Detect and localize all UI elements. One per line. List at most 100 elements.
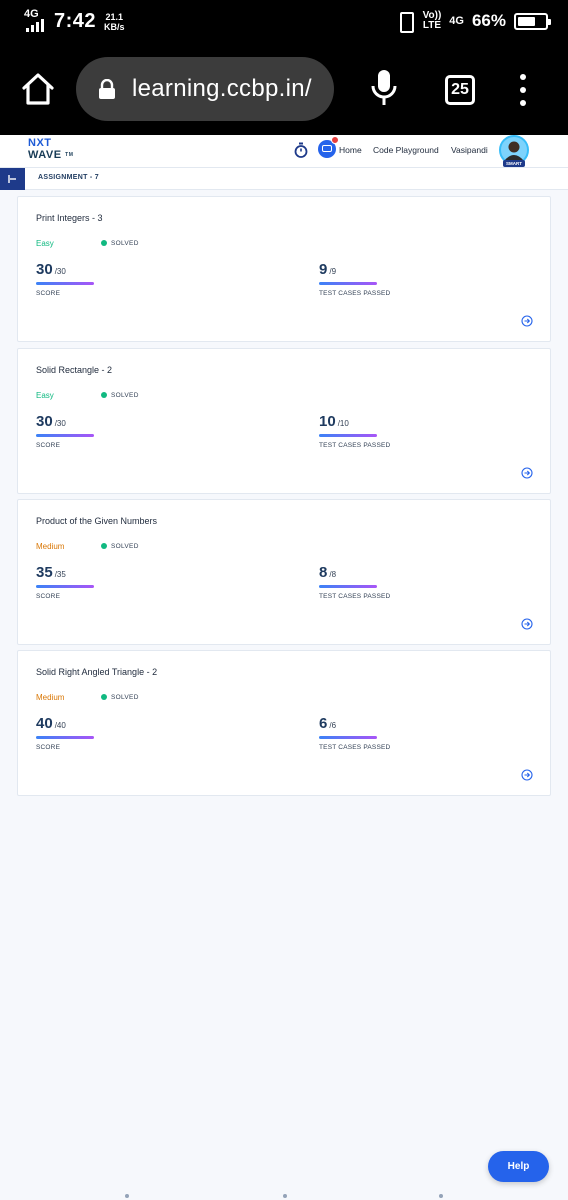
signal-icon: 4G	[24, 8, 46, 33]
mic-icon[interactable]	[370, 68, 398, 108]
network-speed-value: 21.1	[105, 11, 124, 22]
status-bar: 4G 7:42 21.1 KB/s Vo)) LTE 4G 66%	[0, 0, 568, 44]
question-card[interactable]: Product of the Given Numbers Medium SOLV…	[17, 499, 551, 645]
tests-value: 8	[319, 564, 328, 581]
score-stat: 35/35 SCORE	[36, 564, 94, 600]
volte-indicator: Vo)) LTE	[423, 11, 442, 31]
battery-icon	[514, 12, 551, 30]
vibrate-icon	[395, 10, 415, 33]
volte-bottom: LTE	[422, 20, 441, 31]
network-speed-unit: KB/s	[104, 21, 125, 32]
tests-stat: 8/8 TEST CASES PASSED	[319, 564, 390, 600]
score-value: 40	[36, 715, 53, 732]
question-card[interactable]: Solid Right Angled Triangle - 2 Medium S…	[17, 650, 551, 796]
score-value: 30	[36, 261, 53, 278]
difficulty-label: Easy	[36, 391, 54, 400]
home-icon[interactable]	[20, 71, 56, 107]
avatar[interactable]: SMART	[497, 135, 531, 167]
score-progress-bar	[36, 282, 94, 285]
status-left: 4G 7:42 21.1 KB/s	[24, 8, 125, 33]
tests-stat: 6/6 TEST CASES PASSED	[319, 715, 390, 751]
score-label: SCORE	[36, 744, 61, 751]
score-label: SCORE	[36, 290, 61, 297]
question-card[interactable]: Solid Rectangle - 2 Easy SOLVED 30/30 SC…	[17, 348, 551, 494]
url-bar[interactable]: learning.ccbp.in/	[76, 57, 334, 121]
url-text[interactable]: learning.ccbp.in/	[132, 75, 312, 103]
question-title[interactable]: Solid Rectangle - 2	[36, 365, 112, 375]
nav-user-name[interactable]: Vasipandi	[451, 145, 488, 155]
nav-bar-dot	[439, 1194, 443, 1198]
tests-progress-bar	[319, 585, 377, 588]
tests-max: /9	[329, 267, 337, 276]
score-max: /40	[54, 721, 66, 730]
score-max: /30	[54, 419, 66, 428]
question-title[interactable]: Solid Right Angled Triangle - 2	[36, 667, 157, 677]
tests-value: 10	[319, 413, 336, 430]
arrow-circle-right-icon[interactable]	[521, 617, 533, 630]
status-right: Vo)) LTE 4G 66%	[395, 10, 551, 33]
score-max: /35	[54, 570, 66, 579]
score-label: SCORE	[36, 442, 61, 449]
question-card[interactable]: Print Integers - 3 Easy SOLVED 30/30 SCO…	[17, 196, 551, 342]
lock-icon[interactable]	[98, 78, 116, 99]
status-badge: SOLVED	[101, 543, 139, 550]
logo-line-2-text: WAVE	[28, 149, 62, 161]
score-progress-bar	[36, 736, 94, 739]
status-badge: SOLVED	[101, 392, 139, 399]
network-speed: 21.1 KB/s	[104, 12, 125, 32]
notification-badge	[331, 136, 339, 144]
question-title[interactable]: Print Integers - 3	[36, 213, 103, 223]
nxtwave-logo[interactable]: NXT WAVE TM	[28, 137, 88, 165]
arrow-circle-right-icon[interactable]	[521, 314, 533, 327]
tests-value: 6	[319, 715, 328, 732]
status-time: 7:42	[54, 10, 97, 32]
tests-stat: 10/10 TEST CASES PASSED	[319, 413, 390, 449]
tests-label: TEST CASES PASSED	[319, 744, 391, 751]
tests-label: TEST CASES PASSED	[319, 442, 391, 449]
sidebar-toggle-icon[interactable]	[0, 168, 25, 190]
tests-progress-bar	[319, 434, 377, 437]
nav-bar-dot	[283, 1194, 287, 1198]
breadcrumb-assignment: ASSIGNMENT - 7	[38, 174, 99, 181]
status-badge: SOLVED	[101, 694, 139, 701]
tests-max: /10	[337, 419, 349, 428]
tests-progress-bar	[319, 282, 377, 285]
score-stat: 40/40 SCORE	[36, 715, 94, 751]
difficulty-label: Easy	[36, 239, 54, 248]
score-max: /30	[54, 267, 66, 276]
breadcrumb: ASSIGNMENT - 7	[0, 168, 568, 190]
difficulty-label: Medium	[36, 542, 65, 551]
question-title[interactable]: Product of the Given Numbers	[36, 516, 157, 526]
avatar-badge: SMART	[503, 160, 525, 167]
chat-icon[interactable]	[318, 136, 339, 158]
score-label: SCORE	[36, 593, 61, 600]
help-button[interactable]: Help	[488, 1151, 549, 1182]
arrow-circle-right-icon[interactable]	[521, 466, 533, 479]
tab-switcher-button[interactable]: 25	[445, 75, 475, 105]
logo-line-1: NXT	[28, 137, 52, 149]
browser-toolbar: learning.ccbp.in/ 25	[0, 44, 568, 135]
stopwatch-icon[interactable]	[294, 142, 308, 158]
nav-home[interactable]: Home	[339, 145, 362, 155]
network-type-2: 4G	[449, 15, 464, 27]
more-vertical-icon[interactable]	[515, 74, 531, 106]
arrow-circle-right-icon[interactable]	[521, 768, 533, 781]
nav-code-playground[interactable]: Code Playground	[373, 145, 439, 155]
difficulty-label: Medium	[36, 693, 65, 702]
score-stat: 30/30 SCORE	[36, 413, 94, 449]
logo-tm: TM	[65, 152, 74, 158]
battery-percent: 66%	[471, 11, 506, 30]
tests-progress-bar	[319, 736, 377, 739]
status-badge: SOLVED	[101, 240, 139, 247]
nav-bar-dot	[125, 1194, 129, 1198]
tests-max: /8	[329, 570, 337, 579]
site-header: NXT WAVE TM Home Code Playground Vasipan…	[0, 135, 568, 168]
tests-value: 9	[319, 261, 328, 278]
battery-fill	[518, 16, 536, 26]
score-progress-bar	[36, 585, 94, 588]
logo-line-2: WAVE TM	[28, 149, 88, 161]
score-progress-bar	[36, 434, 94, 437]
score-value: 35	[36, 564, 53, 581]
score-stat: 30/30 SCORE	[36, 261, 94, 297]
tests-stat: 9/9 TEST CASES PASSED	[319, 261, 390, 297]
